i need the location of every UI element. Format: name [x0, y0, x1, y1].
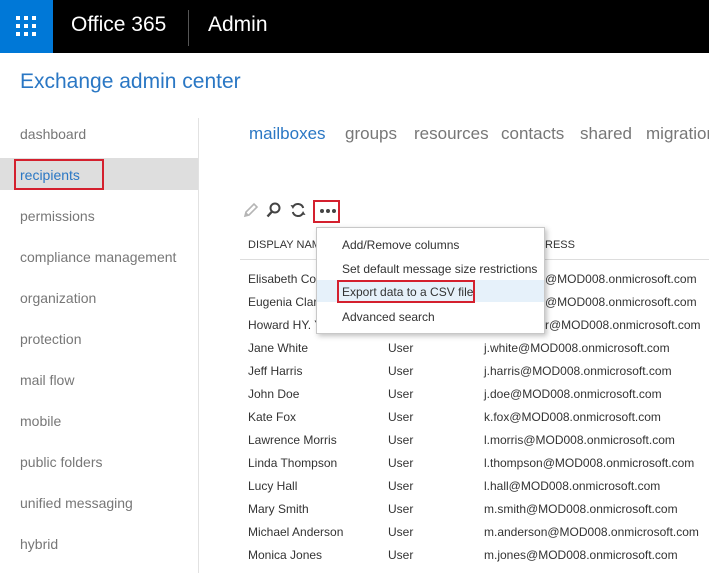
menu-item-advanced-search[interactable]: Advanced search: [342, 310, 435, 324]
cell-recipient-type: User: [388, 548, 414, 562]
menu-item-set-default-message-size[interactable]: Set default message size restrictions: [342, 262, 537, 276]
sidebar-item-compliance-management[interactable]: compliance management: [20, 249, 176, 265]
cell-display-name: Jane White: [248, 341, 309, 355]
cell-display-name: Eugenia Clark: [248, 295, 324, 309]
cell-display-name: John Doe: [248, 387, 300, 401]
sidebar-item-hybrid[interactable]: hybrid: [20, 536, 58, 552]
sidebar-item-organization[interactable]: organization: [20, 290, 96, 306]
top-bar: Office 365 Admin: [0, 0, 709, 53]
cell-email-address: m.jones@MOD008.onmicrosoft.com: [484, 548, 678, 562]
search-icon[interactable]: [265, 201, 283, 219]
cell-display-name: Mary Smith: [248, 502, 309, 516]
cell-display-name: Lucy Hall: [248, 479, 298, 493]
app-launcher-icon[interactable]: [0, 0, 53, 53]
cell-email-address: m.smith@MOD008.onmicrosoft.com: [484, 502, 678, 516]
cell-display-name: Elisabeth Cor: [248, 272, 321, 286]
cell-email-address: m.anderson@MOD008.onmicrosoft.com: [484, 525, 699, 539]
cell-recipient-type: User: [388, 364, 414, 378]
cell-display-name: Lawrence Morris: [248, 433, 337, 447]
cell-email-address: @MOD008.onmicrosoft.com: [545, 295, 697, 309]
sidebar-item-unified-messaging[interactable]: unified messaging: [20, 495, 133, 511]
cell-email-address: j.doe@MOD008.onmicrosoft.com: [484, 387, 662, 401]
column-header-email[interactable]: RESS: [545, 239, 575, 251]
cell-email-address: k.fox@MOD008.onmicrosoft.com: [484, 410, 661, 424]
cell-recipient-type: User: [388, 456, 414, 470]
cell-display-name: Michael Anderson: [248, 525, 344, 539]
brand-title[interactable]: Office 365: [71, 13, 166, 37]
cell-email-address: l.thompson@MOD008.onmicrosoft.com: [484, 456, 695, 470]
cell-email-address: j.harris@MOD008.onmicrosoft.com: [484, 364, 672, 378]
sidebar-item-mobile[interactable]: mobile: [20, 413, 61, 429]
cell-recipient-type: User: [388, 479, 414, 493]
cell-display-name: Linda Thompson: [248, 456, 338, 470]
tab-resources[interactable]: resources: [414, 124, 489, 144]
cell-recipient-type: User: [388, 502, 414, 516]
cell-email-address: l.hall@MOD008.onmicrosoft.com: [484, 479, 661, 493]
tab-migration[interactable]: migration: [646, 124, 709, 144]
sidebar-item-dashboard[interactable]: dashboard: [20, 126, 86, 142]
cell-display-name: Monica Jones: [248, 548, 323, 562]
sidebar-item-public-folders[interactable]: public folders: [20, 454, 103, 470]
menu-item-add-remove-columns[interactable]: Add/Remove columns: [342, 238, 459, 252]
cell-display-name: Jeff Harris: [248, 364, 303, 378]
nav-divider: [198, 118, 199, 573]
recipients-highlight-box: [14, 159, 104, 190]
more-options-menu: Add/Remove columns Set default message s…: [316, 227, 545, 334]
topbar-divider: [188, 10, 189, 46]
cell-recipient-type: User: [388, 410, 414, 424]
export-csv-highlight-box: [337, 280, 475, 303]
cell-display-name: Howard HY. Y: [248, 318, 323, 332]
tab-shared[interactable]: shared: [580, 124, 632, 144]
cell-display-name: Kate Fox: [248, 410, 297, 424]
cell-recipient-type: User: [388, 525, 414, 539]
tab-contacts[interactable]: contacts: [501, 124, 564, 144]
column-header-display-name[interactable]: DISPLAY NAM: [248, 239, 321, 251]
sidebar-item-mail-flow[interactable]: mail flow: [20, 372, 74, 388]
cell-email-address: @MOD008.onmicrosoft.com: [545, 272, 697, 286]
cell-recipient-type: User: [388, 341, 414, 355]
cell-recipient-type: User: [388, 387, 414, 401]
refresh-icon[interactable]: [289, 201, 307, 219]
more-button-highlight-box: [313, 200, 340, 223]
pencil-icon[interactable]: [242, 201, 260, 219]
sidebar-item-protection[interactable]: protection: [20, 331, 81, 347]
cell-email-address: l.morris@MOD008.onmicrosoft.com: [484, 433, 675, 447]
tab-groups[interactable]: groups: [345, 124, 397, 144]
sidebar-item-permissions[interactable]: permissions: [20, 208, 95, 224]
tab-mailboxes[interactable]: mailboxes: [249, 124, 326, 144]
app-name[interactable]: Admin: [208, 13, 268, 37]
cell-email-address: r@MOD008.onmicrosoft.com: [545, 318, 701, 332]
cell-email-address: j.white@MOD008.onmicrosoft.com: [484, 341, 670, 355]
cell-recipient-type: User: [388, 433, 414, 447]
page-title: Exchange admin center: [20, 70, 241, 93]
